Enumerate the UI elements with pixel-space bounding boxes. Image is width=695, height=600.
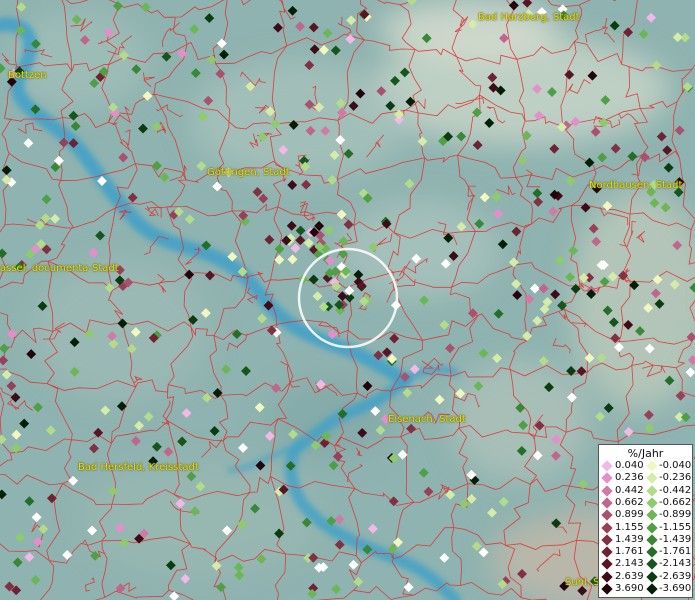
- legend-value-negative: -0.899: [659, 509, 692, 521]
- legend-value-positive: 0.442: [615, 484, 644, 496]
- legend-value-positive: 1.439: [615, 533, 644, 545]
- city-label-goettingen: Göttingen, Stadt: [207, 167, 290, 178]
- legend-swatch-negative: [646, 472, 658, 484]
- legend-value-negative: -2.639: [659, 570, 692, 582]
- legend-value-negative: -0.662: [659, 496, 692, 508]
- legend-swatch-positive: [601, 472, 613, 484]
- legend-swatch-positive: [601, 571, 613, 583]
- legend-swatch-positive: [601, 484, 613, 497]
- legend-swatch-positive: [601, 546, 613, 558]
- legend-value-negative: -3.690: [659, 583, 692, 594]
- legend-value-positive: 0.040: [615, 460, 644, 471]
- legend-row: 1.439 -1.439: [599, 533, 694, 547]
- city-label-nordhausen: Nordhausen, Stadt: [589, 180, 683, 191]
- legend-swatch-negative: [646, 460, 658, 472]
- legend-value-negative: -0.442: [659, 484, 692, 496]
- legend-row: 0.662 -0.662: [599, 496, 694, 510]
- legend-swatch-negative: [646, 497, 658, 509]
- legend-value-positive: 2.639: [615, 570, 644, 582]
- legend-row: 0.040 -0.040: [599, 460, 694, 473]
- legend-swatch-negative: [646, 484, 658, 497]
- city-label-bad-harzburg: Bad Harzburg, Stadt: [478, 12, 580, 23]
- legend-value-negative: -2.143: [659, 558, 692, 570]
- legend-swatch-positive: [601, 583, 613, 595]
- terrain-basemap: [0, 0, 695, 600]
- legend-value-negative: -1.155: [659, 521, 692, 533]
- legend-value-positive: 3.690: [615, 583, 644, 594]
- legend-swatch-negative: [646, 546, 658, 558]
- legend-swatch-negative: [646, 521, 658, 534]
- legend-value-negative: -0.040: [659, 460, 692, 471]
- legend-row: 0.899 -0.899: [599, 509, 694, 522]
- city-label-bottzen: Bottzen: [8, 70, 47, 81]
- legend-row: 1.761 -1.761: [599, 546, 694, 559]
- legend-swatch-positive: [601, 460, 613, 472]
- legend-row: 1.155 -1.155: [599, 521, 694, 535]
- legend-swatch-positive: [601, 534, 613, 546]
- legend-swatch-positive: [601, 521, 613, 534]
- map-viewport[interactable]: Bad Harzburg, Stadt Bottzen Göttingen, S…: [0, 0, 695, 600]
- legend-value-positive: 0.236: [615, 472, 644, 484]
- legend-value-positive: 2.143: [615, 558, 644, 570]
- legend-swatch-positive: [601, 497, 613, 509]
- city-label-kassel: assel, documenta-Stadt: [0, 263, 119, 274]
- legend-row: 2.143 -2.143: [599, 558, 694, 571]
- legend-swatch-negative: [646, 558, 658, 571]
- legend-swatch-negative: [646, 583, 658, 595]
- legend-row: 3.690 -3.690: [599, 583, 694, 596]
- legend-row: 2.639 -2.639: [599, 570, 694, 584]
- city-label-suhl: Suhl, S: [565, 577, 600, 588]
- legend-value-positive: 0.662: [615, 496, 644, 508]
- legend-value-negative: -0.236: [659, 472, 692, 484]
- legend-value-positive: 1.155: [615, 521, 644, 533]
- legend-value-negative: -1.439: [659, 533, 692, 545]
- legend-swatch-negative: [646, 571, 658, 583]
- legend-row: 0.236 -0.236: [599, 472, 694, 485]
- legend-swatch-negative: [646, 534, 658, 546]
- city-label-bad-hersfeld: Bad Hersfeld, Kreisstadt: [78, 462, 199, 473]
- legend-value-negative: -1.761: [659, 546, 692, 558]
- legend-swatch-negative: [646, 509, 658, 521]
- city-label-eisenach: Eisenach, Stadt: [388, 414, 466, 425]
- legend-row: 0.442 -0.442: [599, 484, 694, 498]
- legend-value-positive: 0.899: [615, 509, 644, 521]
- legend-title: %/Jahr: [627, 447, 664, 460]
- legend-value-positive: 1.761: [615, 546, 644, 558]
- legend-swatch-positive: [601, 558, 613, 571]
- color-legend: %/Jahr 0.040 -0.040 0.236 -0.236 0.442 -0.442…: [598, 444, 693, 598]
- legend-swatch-positive: [601, 509, 613, 521]
